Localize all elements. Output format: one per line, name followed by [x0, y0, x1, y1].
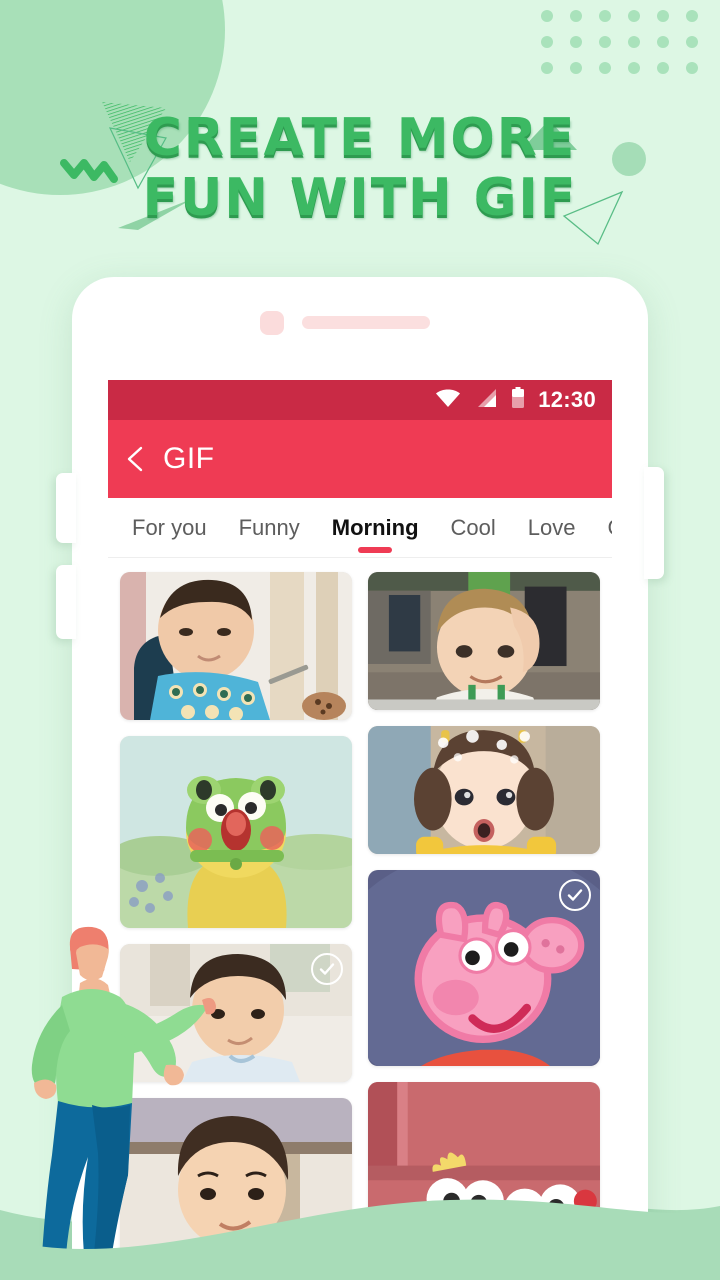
phone-volume-down-button[interactable]	[56, 565, 76, 639]
gif-tile-crying-baby[interactable]	[120, 572, 352, 720]
gif-tile-selected-badge[interactable]	[311, 953, 343, 985]
decor-bottom-wave-front	[0, 1160, 720, 1280]
status-bar-time: 12:30	[538, 387, 596, 412]
back-button[interactable]	[122, 444, 152, 474]
phone-power-button[interactable]	[644, 467, 664, 579]
gif-tile-selected-badge[interactable]	[559, 879, 591, 911]
decor-squiggle	[60, 155, 126, 200]
status-bar: 12:30	[108, 380, 612, 420]
tab-love[interactable]: Love	[512, 498, 592, 557]
gif-tile-boy-forehead[interactable]	[368, 572, 600, 710]
phone-volume-up-button[interactable]	[56, 473, 76, 543]
gif-tile-girl-sparkles[interactable]	[368, 726, 600, 854]
phone-speaker-grill	[302, 316, 430, 329]
decor-dot-grid	[539, 8, 699, 93]
app-bar-title: GIF	[163, 442, 215, 475]
tab-funny[interactable]: Funny	[223, 498, 316, 557]
decor-solid-triangle-left	[118, 196, 198, 237]
category-tab-bar: For you Funny Morning Cool Love Goo	[108, 498, 612, 558]
tab-goo[interactable]: Goo	[591, 498, 612, 557]
phone-camera-dot	[260, 311, 284, 335]
gif-tile-frog-plush[interactable]	[120, 736, 352, 928]
wifi-icon	[435, 388, 461, 413]
tab-morning[interactable]: Morning	[316, 498, 435, 557]
tab-cool[interactable]: Cool	[435, 498, 512, 557]
battery-icon	[511, 386, 525, 414]
signal-icon	[474, 388, 498, 413]
gif-tile-peppa-pig[interactable]	[368, 870, 600, 1066]
decor-outline-triangle-right	[560, 186, 626, 253]
decor-solid-triangle-right	[519, 118, 579, 159]
decor-circle-small	[612, 142, 646, 176]
app-bar: GIF	[108, 420, 612, 498]
tab-for-you[interactable]: For you	[116, 498, 223, 557]
